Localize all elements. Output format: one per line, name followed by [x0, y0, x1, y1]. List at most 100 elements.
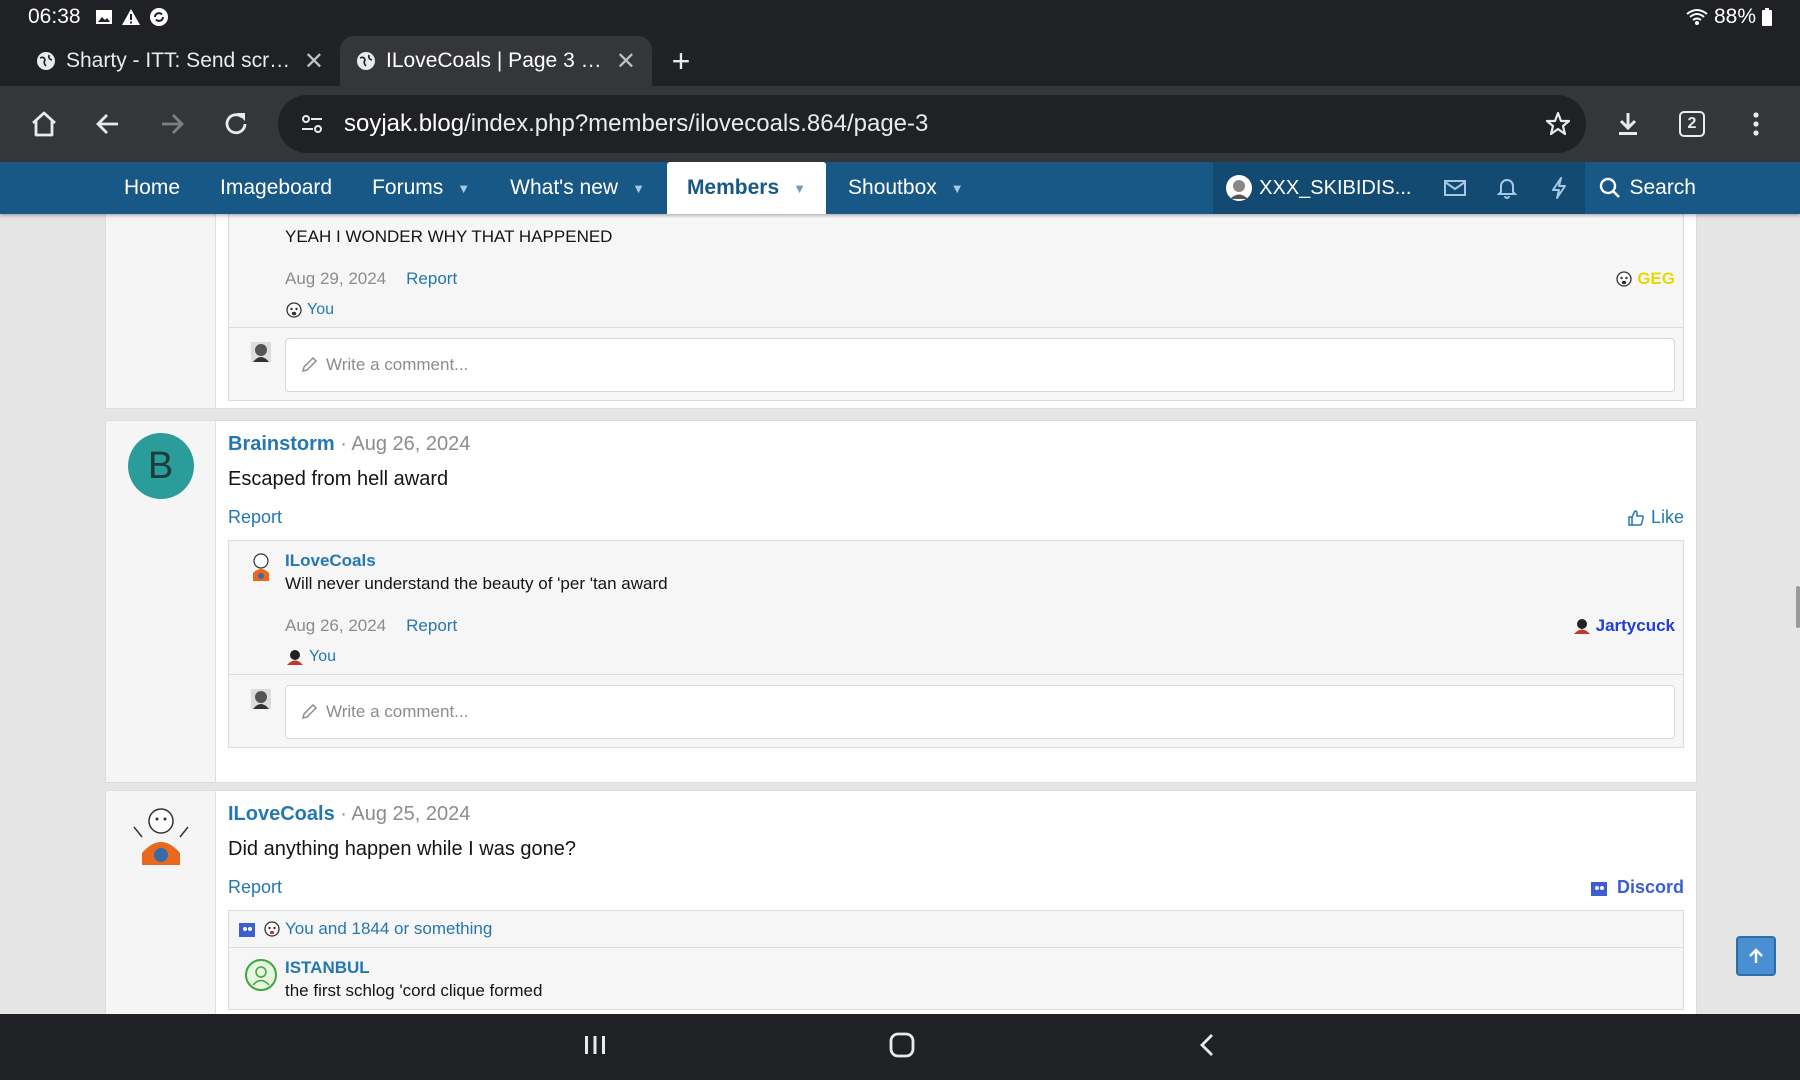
post-avatar-column: B	[106, 421, 216, 782]
nav-home[interactable]: Home	[104, 162, 200, 214]
like-button[interactable]: Like	[1627, 507, 1684, 528]
reaction-button[interactable]: GEG	[1615, 269, 1675, 289]
user-avatar-icon	[251, 689, 271, 709]
nav-imageboard[interactable]: Imageboard	[200, 162, 352, 214]
browser-tab-sharty[interactable]: Sharty - ITT: Send screen ✕	[20, 36, 340, 86]
comment-placeholder: Write a comment...	[326, 355, 469, 374]
android-back-button[interactable]	[1196, 1032, 1218, 1063]
nav-whats-new[interactable]: What's new ▼	[490, 162, 665, 214]
reaction-summary[interactable]: You	[285, 648, 1675, 666]
download-icon	[1619, 113, 1637, 135]
whats-new-button[interactable]	[1533, 162, 1585, 214]
reaction-label: Jartycuck	[1595, 616, 1675, 635]
status-time: 06:38	[28, 5, 81, 28]
reacted-by: You	[307, 301, 334, 318]
profile-post: B Brainstorm · Aug 26, 2024 Escaped from…	[105, 420, 1697, 783]
reaction-summary[interactable]: You and 1844 or something	[229, 911, 1683, 948]
post-date[interactable]: Aug 25, 2024	[351, 803, 470, 825]
close-tab-icon[interactable]: ✕	[616, 47, 636, 76]
nav-label: Imageboard	[220, 176, 333, 199]
write-comment-input[interactable]: Write a comment...	[285, 685, 1675, 739]
search-label: Search	[1629, 176, 1696, 199]
back-button[interactable]	[76, 92, 140, 156]
globe-icon	[357, 52, 375, 70]
battery-icon	[1762, 8, 1772, 26]
account-menu[interactable]: XXX_SKIBIDIS...	[1213, 162, 1429, 214]
reaction-button[interactable]: Jartycuck	[1572, 616, 1675, 636]
nav-shoutbox[interactable]: Shoutbox ▼	[828, 162, 984, 214]
reaction-button[interactable]: Discord	[1589, 877, 1684, 898]
scroll-to-top-button[interactable]	[1736, 936, 1776, 976]
report-link[interactable]: Report	[406, 616, 457, 636]
nav-members[interactable]: Members ▼	[666, 162, 827, 214]
home-button[interactable]	[12, 92, 76, 156]
thumbs-up-icon	[1628, 509, 1644, 526]
comment-text: YEAH I WONDER WHY THAT HAPPENED	[285, 227, 613, 246]
address-bar[interactable]: soyjak.blog/index.php?members/ilovecoals…	[278, 95, 1586, 153]
avatar[interactable]	[128, 803, 194, 869]
write-comment-input[interactable]: Write a comment...	[285, 338, 1675, 392]
comment-composer: Write a comment...	[229, 328, 1683, 400]
page-scrollbar[interactable]	[1796, 586, 1800, 628]
reactions-summary-text: You and 1844 or something	[285, 919, 493, 938]
report-link[interactable]: Report	[228, 877, 282, 898]
post-text: Did anything happen while I was gone?	[228, 838, 577, 860]
report-link[interactable]: Report	[406, 269, 457, 289]
user-avatar-icon	[251, 342, 271, 362]
soyjak-face-icon	[1616, 271, 1632, 287]
alerts-button[interactable]	[1481, 162, 1533, 214]
user-avatar-icon[interactable]	[244, 958, 278, 992]
comment-date[interactable]: Aug 26, 2024	[285, 616, 386, 636]
globe-icon	[37, 52, 55, 70]
nav-forums[interactable]: Forums ▼	[352, 162, 490, 214]
account-username: XXX_SKIBIDIS...	[1259, 176, 1412, 199]
post-author[interactable]: Brainstorm	[228, 433, 335, 455]
reload-button[interactable]	[204, 92, 268, 156]
user-avatar-icon[interactable]	[245, 551, 277, 583]
browser-tab-ilovecoals[interactable]: ILoveCoals | Page 3 | soyjak.blog ✕	[340, 36, 652, 86]
pencil-icon	[301, 356, 318, 373]
android-home-button[interactable]	[888, 1031, 916, 1064]
report-link[interactable]: Report	[228, 507, 282, 528]
tab-switcher-button[interactable]: 2	[1660, 92, 1724, 156]
post-date[interactable]: Aug 26, 2024	[351, 433, 470, 455]
site-settings-icon[interactable]	[300, 112, 324, 136]
jartycuck-icon	[1573, 619, 1590, 634]
comment-item: YEAH I WONDER WHY THAT HAPPENED Aug 29, …	[229, 214, 1683, 328]
star-icon[interactable]	[1544, 110, 1572, 138]
recent-apps-button[interactable]	[582, 1033, 608, 1062]
comment-date[interactable]: Aug 29, 2024	[285, 269, 386, 289]
android-navigation-bar	[0, 1014, 1800, 1080]
post-avatar-column	[106, 791, 216, 1014]
new-tab-button[interactable]: +	[652, 36, 710, 86]
post-header: Brainstorm · Aug 26, 2024	[228, 433, 471, 455]
menu-button[interactable]	[1724, 92, 1788, 156]
caret-down-icon[interactable]: ▼	[793, 181, 806, 196]
soyjak-face-icon	[264, 921, 280, 937]
url-text[interactable]: soyjak.blog/index.php?members/ilovecoals…	[344, 110, 1524, 138]
comment-author[interactable]: ILoveCoals	[285, 551, 1675, 571]
recent-apps-icon	[585, 1035, 605, 1054]
battery-percent: 88%	[1713, 5, 1756, 28]
tab-count-icon: 2	[1679, 111, 1705, 137]
reaction-summary[interactable]: You	[285, 301, 1675, 319]
arrow-right-icon	[162, 114, 184, 134]
inbox-button[interactable]	[1429, 162, 1481, 214]
download-button[interactable]	[1596, 92, 1660, 156]
forward-button[interactable]	[140, 92, 204, 156]
caret-down-icon[interactable]: ▼	[457, 181, 470, 196]
avatar[interactable]: B	[127, 433, 194, 499]
caret-down-icon[interactable]: ▼	[951, 181, 964, 196]
post-header: ILoveCoals · Aug 25, 2024	[228, 803, 471, 825]
search-button[interactable]: Search	[1585, 162, 1710, 214]
bolt-icon	[1552, 177, 1567, 199]
url-path: /index.php?members/ilovecoals.864/page-3	[464, 110, 929, 137]
caret-down-icon[interactable]: ▼	[632, 181, 645, 196]
nav-label: Shoutbox	[848, 176, 937, 199]
comment-author[interactable]: ISTANBUL	[285, 958, 1675, 978]
comment-text: the first schlog 'cord clique formed	[285, 981, 543, 1000]
nav-label: Members	[686, 176, 780, 199]
close-tab-icon[interactable]: ✕	[304, 47, 324, 76]
nav-label: Home	[124, 176, 181, 199]
post-author[interactable]: ILoveCoals	[228, 803, 335, 825]
